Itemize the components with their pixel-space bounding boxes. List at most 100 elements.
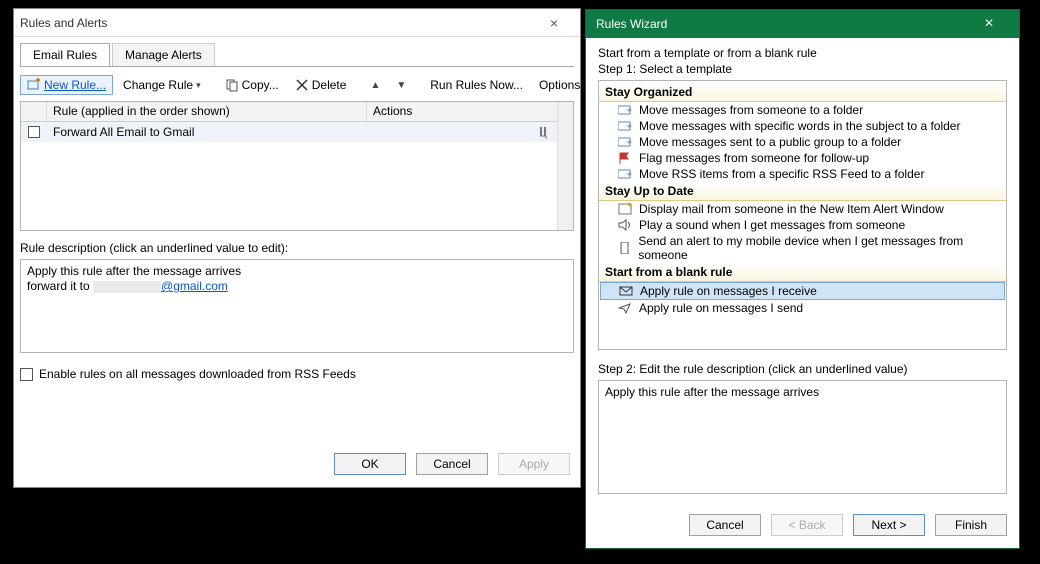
copy-icon [225,78,239,92]
alert-window-icon [617,202,633,216]
step2-description-box: Apply this rule after the message arrive… [598,380,1007,494]
rule-action-icons [367,125,557,139]
tabs: Email Rules Manage Alerts [14,37,580,66]
copy-label: Copy... [242,78,279,92]
dropdown-icon: ▾ [196,80,201,91]
description-box: Apply this rule after the message arrive… [20,259,574,353]
template-option[interactable]: Send an alert to my mobile device when I… [599,233,1006,263]
template-option[interactable]: Flag messages from someone for follow-up [599,150,1006,166]
close-icon[interactable]: × [969,15,1009,33]
grid-header-actions[interactable]: Actions [367,102,557,121]
ok-button[interactable]: OK [334,453,406,475]
grid-header-checkbox[interactable] [21,102,47,121]
sound-icon [617,218,633,232]
template-list: Stay Organized Move messages from someon… [598,80,1007,350]
folder-move-icon [617,119,633,133]
titlebar[interactable]: Rules and Alerts × [14,9,580,37]
step2-text: Apply this rule after the message arrive… [605,385,1000,399]
step2-label: Step 2: Edit the rule description (click… [598,362,1007,376]
template-option[interactable]: Move RSS items from a specific RSS Feed … [599,166,1006,182]
template-option[interactable]: Move messages from someone to a folder [599,102,1006,118]
rule-row[interactable]: Forward All Email to Gmail [21,122,557,142]
template-option[interactable]: Display mail from someone in the New Ite… [599,201,1006,217]
rss-checkbox[interactable] [20,368,33,381]
wizard-content: Start from a template or from a blank ru… [586,38,1019,502]
option-label: Move messages from someone to a folder [639,103,863,117]
tab-manage-alerts[interactable]: Manage Alerts [112,43,215,66]
change-rule-label: Change Rule [123,78,193,92]
delete-label: Delete [312,78,347,92]
wizard-buttons: Cancel < Back Next > Finish [586,502,1019,548]
grid-header-rule[interactable]: Rule (applied in the order shown) [47,102,367,121]
forward-tool-icon [535,125,551,139]
description-line1: Apply this rule after the message arrive… [27,264,567,278]
move-down-button[interactable]: ▼ [390,78,412,93]
template-option[interactable]: Play a sound when I get messages from so… [599,217,1006,233]
template-option[interactable]: Move messages sent to a public group to … [599,134,1006,150]
wizard-header2: Step 1: Select a template [598,62,1007,76]
option-label: Move messages with specific words in the… [639,119,960,133]
forward-domain: @gmail.com [161,279,228,293]
grid-header: Rule (applied in the order shown) Action… [21,102,557,122]
grid-scrollbar[interactable] [557,102,573,230]
run-rules-button[interactable]: Run Rules Now... [424,76,529,94]
wizard-header1: Start from a template or from a blank ru… [598,46,1007,60]
group-stay-organized: Stay Organized [599,83,1006,102]
folder-move-icon [617,103,633,117]
rss-enable-row[interactable]: Enable rules on all messages downloaded … [20,367,574,381]
envelope-icon [618,284,634,298]
finish-button[interactable]: Finish [935,514,1007,536]
rules-wizard-dialog: Rules Wizard × Start from a template or … [585,9,1020,549]
new-rule-button[interactable]: New Rule... [20,75,113,95]
change-rule-button[interactable]: Change Rule ▾ [117,76,207,94]
rules-and-alerts-dialog: Rules and Alerts × Email Rules Manage Al… [13,8,581,488]
options-button[interactable]: Options [533,76,586,94]
wizard-titlebar[interactable]: Rules Wizard × [586,10,1019,38]
option-label: Apply rule on messages I send [639,301,803,315]
rules-grid: Rule (applied in the order shown) Action… [20,101,574,231]
template-option[interactable]: Move messages with specific words in the… [599,118,1006,134]
option-label: Move messages sent to a public group to … [639,135,901,149]
description-label: Rule description (click an underlined va… [20,241,574,255]
option-label: Move RSS items from a specific RSS Feed … [639,167,924,181]
template-option-send[interactable]: Apply rule on messages I send [599,300,1006,316]
option-label: Flag messages from someone for follow-up [639,151,869,165]
option-label: Display mail from someone in the New Ite… [639,202,944,216]
toolbar: New Rule... Change Rule ▾ Copy... Delete [20,73,574,97]
delete-button[interactable]: Delete [289,76,353,94]
tab-panel: New Rule... Change Rule ▾ Copy... Delete [20,66,574,381]
new-rule-icon [27,78,41,92]
cancel-button[interactable]: Cancel [416,453,488,475]
mobile-icon [617,241,632,255]
delete-icon [295,78,309,92]
flag-icon [617,151,633,165]
new-rule-label: New Rule... [44,78,106,92]
option-label: Play a sound when I get messages from so… [639,218,905,232]
rule-name: Forward All Email to Gmail [47,125,367,139]
next-button[interactable]: Next > [853,514,925,536]
wizard-title: Rules Wizard [596,17,969,31]
forward-address-link[interactable]: @gmail.com [93,279,228,293]
group-blank-rule: Start from a blank rule [599,263,1006,282]
dialog-buttons: OK Cancel Apply [14,441,580,487]
forward-prefix: forward it to [27,279,93,293]
redacted-local [93,281,161,293]
copy-button[interactable]: Copy... [219,76,285,94]
group-stay-up-to-date: Stay Up to Date [599,182,1006,201]
folder-move-icon [617,167,633,181]
rss-label: Enable rules on all messages downloaded … [39,367,356,381]
dialog-title: Rules and Alerts [20,16,534,30]
option-label: Apply rule on messages I receive [640,284,817,298]
tab-email-rules[interactable]: Email Rules [20,43,110,66]
folder-move-icon [617,135,633,149]
back-button: < Back [771,514,843,536]
close-icon[interactable]: × [534,15,574,31]
template-option-receive[interactable]: Apply rule on messages I receive [600,282,1005,300]
option-label: Send an alert to my mobile device when I… [638,234,1000,262]
cancel-button[interactable]: Cancel [689,514,761,536]
apply-button: Apply [498,453,570,475]
rule-checkbox[interactable] [21,126,47,138]
move-up-button[interactable]: ▲ [364,78,386,93]
send-icon [617,301,633,315]
description-forward-line: forward it to @gmail.com [27,279,567,293]
